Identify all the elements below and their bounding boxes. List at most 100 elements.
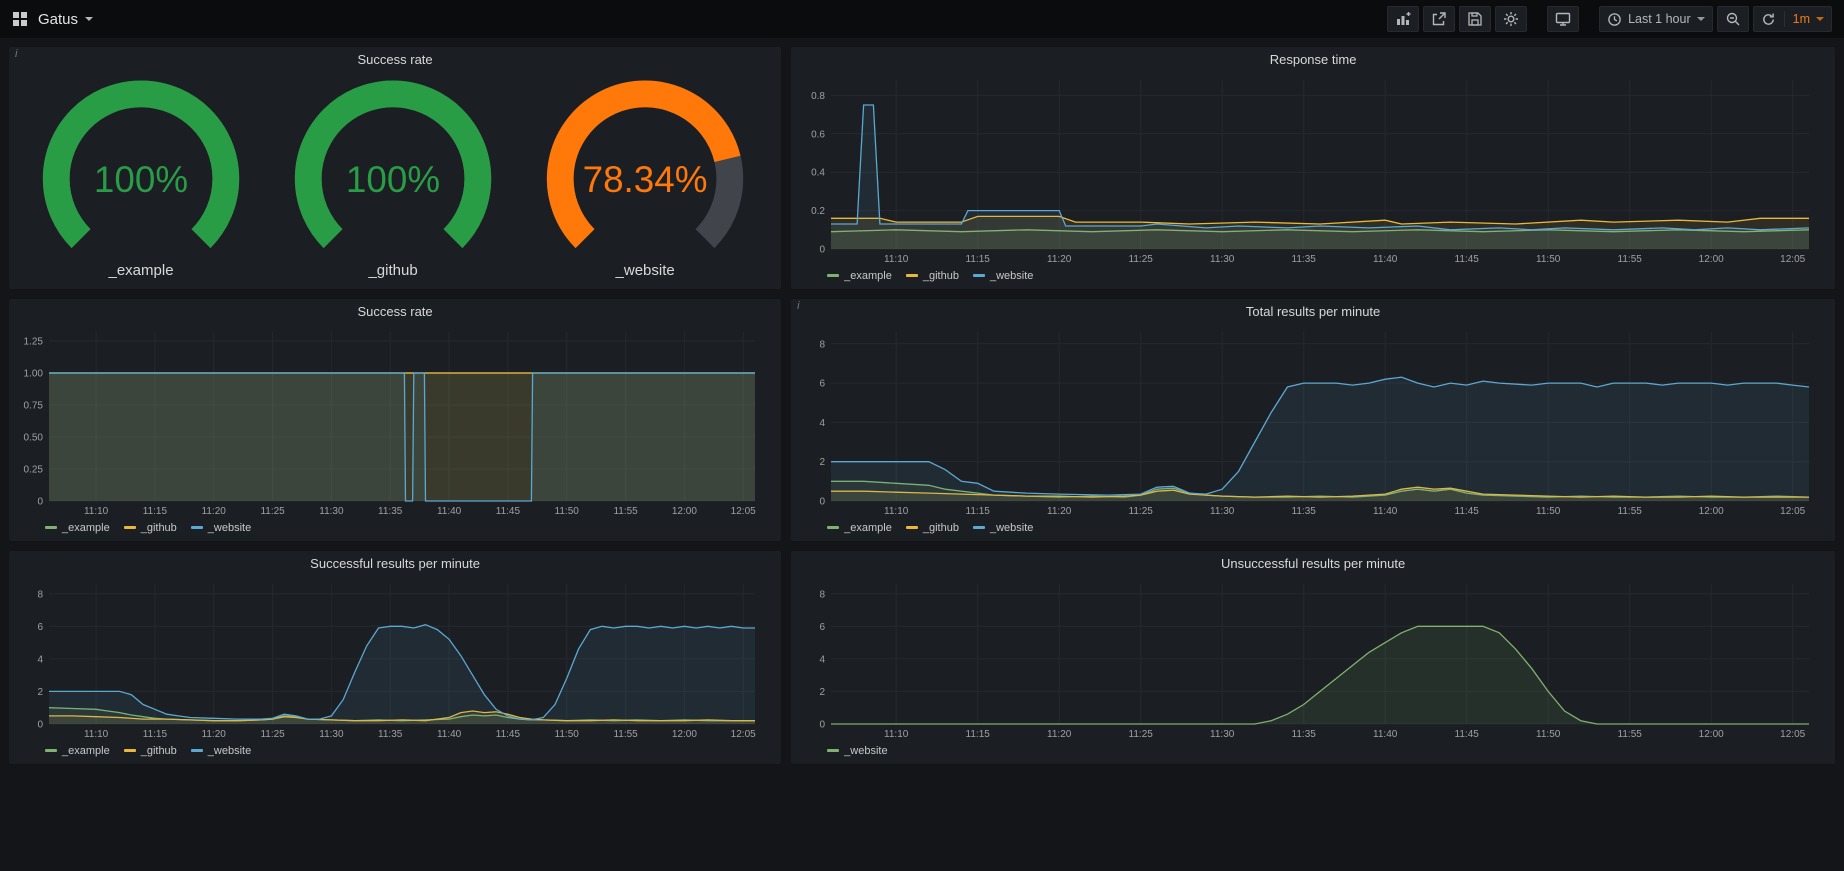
svg-text:11:15: 11:15: [966, 729, 991, 740]
panel-info-icon[interactable]: i: [15, 48, 17, 60]
legend-item-_example[interactable]: _example: [45, 522, 110, 534]
gauge-arc: 100%: [15, 76, 267, 259]
gauge-value: 100%: [94, 159, 188, 200]
legend-item-_github[interactable]: _github: [906, 522, 959, 534]
legend-item-_example[interactable]: _example: [45, 745, 110, 757]
gauge-label: _github: [368, 259, 417, 287]
svg-text:11:35: 11:35: [378, 506, 403, 517]
tv-mode-button[interactable]: [1547, 6, 1579, 32]
svg-text:11:40: 11:40: [1373, 506, 1398, 517]
chart-svg: 0246811:1011:1511:2011:2511:3011:3511:40…: [15, 576, 771, 742]
svg-text:11:10: 11:10: [884, 506, 909, 517]
svg-text:12:00: 12:00: [672, 506, 697, 517]
chevron-down-icon: [85, 17, 93, 21]
dashboard-row-2: Success rate 00.250.500.751.001.2511:101…: [8, 298, 1836, 542]
panel-body: 00.250.500.751.001.2511:1011:1511:2011:2…: [9, 324, 781, 541]
svg-text:4: 4: [820, 418, 826, 429]
svg-text:11:55: 11:55: [1618, 254, 1643, 265]
gauge-_website: 78.34%_website: [519, 76, 771, 287]
svg-text:11:30: 11:30: [1210, 506, 1235, 517]
chart-legend: _example _github _website: [797, 519, 1825, 539]
refresh-picker[interactable]: 1m: [1753, 6, 1832, 32]
legend-item-_example[interactable]: _example: [827, 270, 892, 282]
svg-text:11:20: 11:20: [202, 506, 227, 517]
chart-svg: 0246811:1011:1511:2011:2511:3011:3511:40…: [797, 576, 1825, 742]
legend-label: _example: [62, 745, 110, 757]
divider: [1784, 11, 1785, 27]
svg-text:11:45: 11:45: [496, 506, 521, 517]
svg-text:12:00: 12:00: [1699, 729, 1724, 740]
panel-title[interactable]: Response time: [791, 47, 1835, 72]
svg-text:12:00: 12:00: [1699, 506, 1724, 517]
svg-text:11:50: 11:50: [1536, 506, 1561, 517]
svg-text:11:10: 11:10: [884, 254, 909, 265]
svg-text:11:20: 11:20: [1047, 254, 1072, 265]
svg-text:0: 0: [820, 497, 826, 508]
legend-color-swatch: [45, 526, 57, 529]
panel-info-icon[interactable]: i: [797, 300, 799, 312]
time-range-picker[interactable]: Last 1 hour: [1599, 6, 1713, 32]
svg-text:4: 4: [820, 654, 826, 665]
dashboard-row-3: Successful results per minute 0246811:10…: [8, 550, 1836, 765]
legend-item-_github[interactable]: _github: [124, 745, 177, 757]
apps-grid-icon[interactable]: [12, 11, 28, 27]
svg-text:0.8: 0.8: [811, 91, 825, 102]
zoom-out-icon: [1725, 11, 1741, 27]
legend-item-_website[interactable]: _website: [191, 745, 251, 757]
legend-label: _website: [208, 745, 251, 757]
gear-icon: [1503, 11, 1519, 27]
chart-svg: 0246811:1011:1511:2011:2511:3011:3511:40…: [797, 324, 1825, 519]
legend-item-_github[interactable]: _github: [124, 522, 177, 534]
successful-results-chart: 0246811:1011:1511:2011:2511:3011:3511:40…: [15, 576, 771, 742]
legend-color-swatch: [827, 526, 839, 529]
clock-icon: [1607, 12, 1622, 27]
chevron-down-icon: [1816, 17, 1824, 21]
dashboard-grid: i Success rate 100%_example100%_github78…: [0, 38, 1844, 773]
dashboard-title: Gatus: [38, 11, 78, 28]
legend-label: _github: [141, 745, 177, 757]
svg-text:11:10: 11:10: [84, 729, 109, 740]
svg-text:11:40: 11:40: [1373, 729, 1398, 740]
panel-success-rate-timeseries: Success rate 00.250.500.751.001.2511:101…: [8, 298, 782, 542]
gauge-_example: 100%_example: [15, 76, 267, 287]
svg-text:11:30: 11:30: [319, 729, 344, 740]
legend-item-_website[interactable]: _website: [827, 745, 887, 757]
svg-text:1.25: 1.25: [24, 337, 44, 348]
svg-text:6: 6: [37, 622, 43, 633]
svg-text:0: 0: [820, 720, 826, 731]
svg-text:11:55: 11:55: [613, 729, 638, 740]
svg-text:12:05: 12:05: [731, 729, 756, 740]
svg-text:11:35: 11:35: [1292, 506, 1317, 517]
legend-label: _example: [844, 522, 892, 534]
panel-title[interactable]: Unsuccessful results per minute: [791, 551, 1835, 576]
svg-text:11:20: 11:20: [1047, 506, 1072, 517]
legend-label: _website: [990, 270, 1033, 282]
panel-title[interactable]: Total results per minute: [791, 299, 1835, 324]
settings-button[interactable]: [1495, 6, 1527, 32]
share-icon: [1431, 11, 1447, 27]
zoom-out-button[interactable]: [1717, 6, 1749, 32]
legend-item-_website[interactable]: _website: [191, 522, 251, 534]
panel-body: 00.20.40.60.811:1011:1511:2011:2511:3011…: [791, 72, 1835, 289]
legend-color-swatch: [973, 526, 985, 529]
svg-text:11:15: 11:15: [966, 506, 991, 517]
svg-text:0: 0: [37, 720, 43, 731]
share-button[interactable]: [1423, 6, 1455, 32]
save-button[interactable]: [1459, 6, 1491, 32]
dashboard-title-menu[interactable]: Gatus: [38, 11, 93, 28]
panel-title[interactable]: Successful results per minute: [9, 551, 781, 576]
panel-title[interactable]: Success rate: [9, 47, 781, 72]
legend-item-_github[interactable]: _github: [906, 270, 959, 282]
legend-item-_example[interactable]: _example: [827, 522, 892, 534]
panel-title[interactable]: Success rate: [9, 299, 781, 324]
svg-text:11:30: 11:30: [1210, 729, 1235, 740]
chart-svg: 00.20.40.60.811:1011:1511:2011:2511:3011…: [797, 72, 1825, 267]
gauge-_github: 100%_github: [267, 76, 519, 287]
svg-text:11:10: 11:10: [84, 506, 109, 517]
svg-text:11:50: 11:50: [1536, 729, 1561, 740]
chart-svg: 00.250.500.751.001.2511:1011:1511:2011:2…: [15, 324, 771, 519]
legend-item-_website[interactable]: _website: [973, 270, 1033, 282]
panel-body: 100%_example100%_github78.34%_website: [9, 72, 781, 289]
legend-item-_website[interactable]: _website: [973, 522, 1033, 534]
add-panel-button[interactable]: [1387, 6, 1419, 32]
